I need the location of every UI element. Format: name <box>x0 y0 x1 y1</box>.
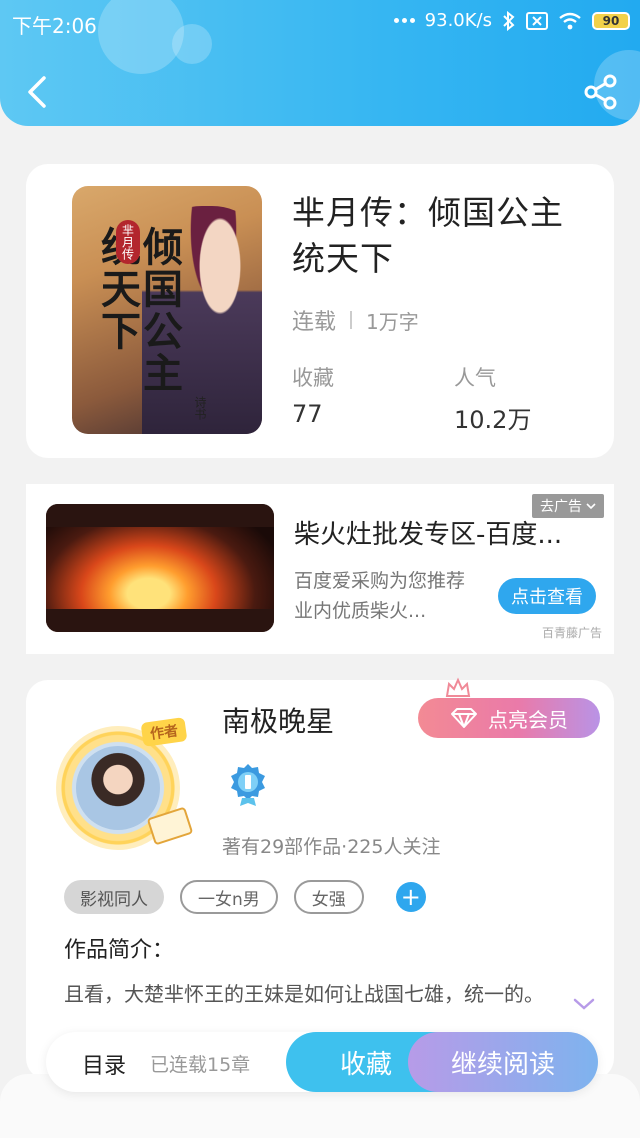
ad-description: 百度爱采购为您推荐业内优质柴火... <box>294 570 466 622</box>
author-avatar[interactable]: 作者 <box>46 717 202 850</box>
diamond-icon <box>451 708 477 728</box>
book-word-count: 1万字 <box>366 309 419 334</box>
ad-banner[interactable]: 柴火灶批发专区-百度... 百度爱采购为您推荐业内优质柴火... 点击查看 去广… <box>26 484 614 654</box>
ad-title[interactable]: 柴火灶批发专区-百度... <box>294 514 584 551</box>
ad-remove-button[interactable]: 去广告 <box>532 494 604 518</box>
medal-icon <box>231 764 265 806</box>
battery-icon: 90 <box>592 11 630 30</box>
favorites-value: 77 <box>292 400 323 428</box>
tag-chip[interactable]: 女强 <box>293 880 364 914</box>
network-speed: 93.0K/s <box>424 10 492 31</box>
author-stats: 著有29部作品·225人关注 <box>222 836 441 858</box>
popularity-label: 人气 <box>454 366 496 390</box>
ad-remove-label: 去广告 <box>540 499 582 515</box>
popularity-value: 10.2万 <box>454 406 532 434</box>
tag-chip[interactable]: 一女n男 <box>180 880 278 914</box>
book-cover[interactable]: 倾国公主统天下 芈月传 诗书 <box>72 186 262 434</box>
chevron-down-icon <box>586 503 596 510</box>
book-info-card: 倾国公主统天下 芈月传 诗书 芈月传：倾国公主统天下 连载 1万字 收藏 77 … <box>26 164 614 458</box>
cover-author-text: 诗书 <box>193 396 207 420</box>
cover-series-seal: 芈月传 <box>116 220 140 264</box>
favorites-label: 收藏 <box>292 366 334 390</box>
avatar-photo <box>76 746 160 830</box>
tag-chip[interactable]: 影视同人 <box>64 880 164 914</box>
bluetooth-icon <box>503 10 515 31</box>
top-header: 下午2:06 93.0K/s 90 <box>0 0 640 126</box>
ad-view-button[interactable]: 点击查看 <box>498 578 596 614</box>
status-icons: 93.0K/s 90 <box>393 10 630 31</box>
status-bar: 下午2:06 93.0K/s 90 <box>0 0 640 44</box>
ad-image[interactable] <box>46 504 274 632</box>
toc-button[interactable]: 目录 <box>82 1048 126 1080</box>
book-status: 连载 <box>292 310 337 335</box>
tag-list: 影视同人 一女n男 女强 + <box>64 880 426 914</box>
sim-icon <box>526 11 548 30</box>
continue-reading-button[interactable]: 继续阅读 <box>408 1032 598 1092</box>
wifi-icon <box>559 12 581 29</box>
author-name[interactable]: 南极晚星 <box>222 700 334 740</box>
ad-source: 百青藤广告 <box>542 626 603 640</box>
book-meta: 连载 1万字 <box>292 304 419 336</box>
crown-icon <box>445 677 471 697</box>
back-icon[interactable] <box>22 72 54 112</box>
meta-divider <box>350 311 353 329</box>
intro-title: 作品简介： <box>64 938 175 963</box>
book-title: 芈月传：倾国公主统天下 <box>292 193 564 278</box>
status-time: 下午2:06 <box>12 14 97 38</box>
more-dots-icon <box>393 18 415 23</box>
chevron-down-icon[interactable] <box>572 996 596 1012</box>
share-icon[interactable] <box>584 74 618 110</box>
ad-image-frame <box>46 504 274 632</box>
chapter-count[interactable]: 已连载15章 <box>150 1050 250 1077</box>
author-card: 作者 南极晚星 点亮会员 著有29部作品·225人关注 影视同人 一女n男 女强… <box>26 677 614 1080</box>
vip-button-label: 点亮会员 <box>488 707 568 732</box>
add-tag-button[interactable]: + <box>395 882 426 912</box>
intro-text: 且看，大楚芈怀王的王妹是如何让战国七雄，统一的。 <box>64 982 544 1006</box>
author-badge: 作者 <box>140 717 188 747</box>
vip-button[interactable]: 点亮会员 <box>418 698 600 738</box>
bottom-action-bar: 目录 已连载15章 收藏 继续阅读 <box>46 1032 598 1092</box>
